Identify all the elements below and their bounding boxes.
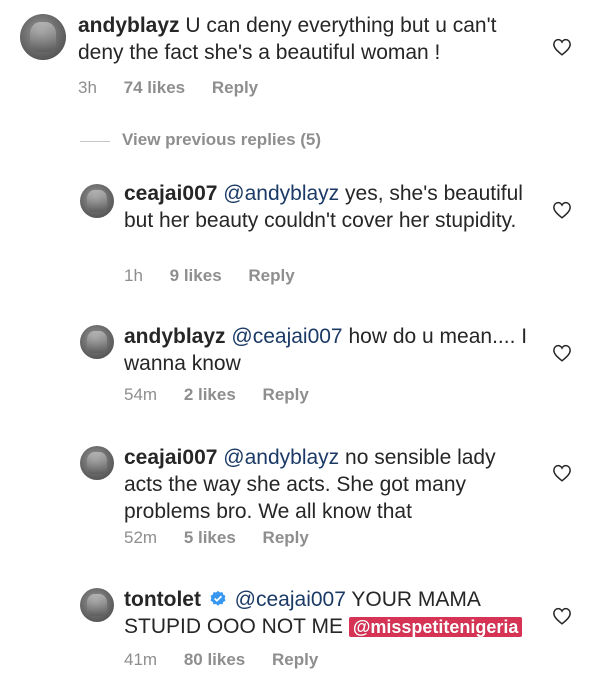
comment-text: andyblayz U can deny everything but u ca…: [78, 12, 538, 66]
avatar[interactable]: [80, 588, 114, 622]
comment-mention[interactable]: @ceajai007: [235, 588, 346, 611]
comment-time: 1h: [124, 266, 143, 285]
comment-meta: 54m 2 likes Reply: [124, 385, 331, 405]
comment-likes[interactable]: 80 likes: [184, 650, 245, 669]
comment-mention[interactable]: @andyblayz: [223, 446, 339, 469]
reply-button[interactable]: Reply: [272, 650, 318, 669]
comment-likes[interactable]: 5 likes: [184, 528, 236, 547]
comment-username[interactable]: tontolet: [124, 588, 201, 611]
comment-likes[interactable]: 74 likes: [124, 78, 185, 97]
comment-text: ceajai007 @andyblayz yes, she's beautifu…: [124, 180, 524, 234]
comment-meta: 52m 5 likes Reply: [124, 528, 331, 548]
view-previous-replies-button[interactable]: View previous replies (5): [122, 130, 321, 150]
comment-time: 41m: [124, 650, 158, 669]
comment-username[interactable]: andyblayz: [78, 14, 180, 37]
comment-likes[interactable]: 9 likes: [170, 266, 222, 285]
heart-icon[interactable]: [552, 38, 572, 56]
view-replies-divider: [80, 141, 110, 142]
comment-username[interactable]: ceajai007: [124, 446, 217, 469]
comment-text: tontolet @ceajai007 YOUR MAMA STUPID OOO…: [124, 586, 534, 641]
comment-text: andyblayz @ceajai007 how do u mean.... I…: [124, 323, 539, 377]
avatar[interactable]: [80, 446, 114, 480]
avatar[interactable]: [20, 14, 66, 60]
reply-button[interactable]: Reply: [263, 528, 309, 547]
comment-mention[interactable]: @andyblayz: [223, 182, 339, 205]
heart-icon[interactable]: [552, 344, 572, 362]
avatar[interactable]: [80, 325, 114, 359]
comment-time: 54m: [124, 385, 158, 404]
avatar[interactable]: [80, 184, 114, 218]
comment-time: 3h: [78, 78, 97, 97]
comment-mention[interactable]: @ceajai007: [231, 325, 342, 348]
reply-button[interactable]: Reply: [248, 266, 294, 285]
comment-text: ceajai007 @andyblayz no sensible lady ac…: [124, 444, 514, 525]
heart-icon[interactable]: [552, 464, 572, 482]
comment-meta: 3h 74 likes Reply: [78, 78, 280, 98]
heart-icon[interactable]: [552, 201, 572, 219]
overlay-watermark-tag: @misspetitenigeria: [348, 617, 523, 637]
comment-meta: 1h 9 likes Reply: [124, 266, 317, 286]
heart-icon[interactable]: [552, 607, 572, 625]
comment-username[interactable]: ceajai007: [124, 182, 217, 205]
comment-likes[interactable]: 2 likes: [184, 385, 236, 404]
verified-badge-icon: [210, 590, 226, 606]
comment-meta: 41m 80 likes Reply: [124, 650, 340, 670]
comment-username[interactable]: andyblayz: [124, 325, 226, 348]
reply-button[interactable]: Reply: [212, 78, 258, 97]
reply-button[interactable]: Reply: [263, 385, 309, 404]
comment-time: 52m: [124, 528, 158, 547]
